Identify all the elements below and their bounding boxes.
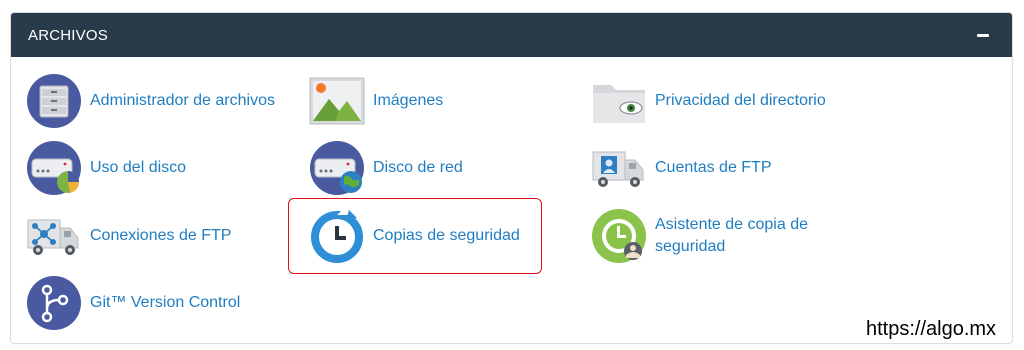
- network-disk-icon: [309, 140, 365, 196]
- item-label: Conexiones de FTP: [90, 227, 232, 244]
- item-ftp-accounts[interactable]: Cuentas de FTP: [591, 140, 772, 196]
- ftp-truck-user-icon: [591, 140, 647, 196]
- collapse-button[interactable]: [976, 28, 990, 42]
- panel-title: ARCHIVOS: [28, 26, 108, 44]
- item-backup-wizard[interactable]: Asistente de copia de seguridad: [591, 208, 855, 264]
- item-label: Uso del disco: [90, 159, 187, 176]
- item-file-manager[interactable]: Administrador de archivos: [26, 73, 275, 129]
- file-cabinet-icon: [26, 73, 82, 129]
- backup-wizard-icon: [591, 208, 647, 264]
- panel-header[interactable]: ARCHIVOS: [11, 13, 1012, 57]
- item-label: Git™ Version Control: [90, 294, 241, 311]
- folder-eye-icon: [591, 73, 647, 129]
- item-label: Privacidad del directorio: [655, 92, 826, 109]
- minus-icon: [977, 33, 989, 37]
- git-branch-icon: [26, 275, 82, 331]
- item-label: Cuentas de FTP: [655, 159, 772, 176]
- item-directory-privacy[interactable]: Privacidad del directorio: [591, 73, 826, 129]
- item-ftp-connections[interactable]: Conexiones de FTP: [26, 208, 231, 264]
- disk-usage-icon: [26, 140, 82, 196]
- item-label: Imágenes: [373, 92, 444, 109]
- item-label: Disco de red: [373, 159, 463, 176]
- highlight-box: [288, 198, 542, 274]
- watermark: https://algo.mx: [866, 318, 997, 340]
- item-disk-usage[interactable]: Uso del disco: [26, 140, 186, 196]
- item-git-version-control[interactable]: Git™ Version Control: [26, 275, 240, 331]
- item-label: Asistente de copia de seguridad: [655, 216, 808, 255]
- image-icon: [309, 73, 365, 129]
- item-label: Administrador de archivos: [90, 92, 275, 109]
- item-network-disk[interactable]: Disco de red: [309, 140, 463, 196]
- ftp-truck-network-icon: [26, 208, 82, 264]
- item-images[interactable]: Imágenes: [309, 73, 443, 129]
